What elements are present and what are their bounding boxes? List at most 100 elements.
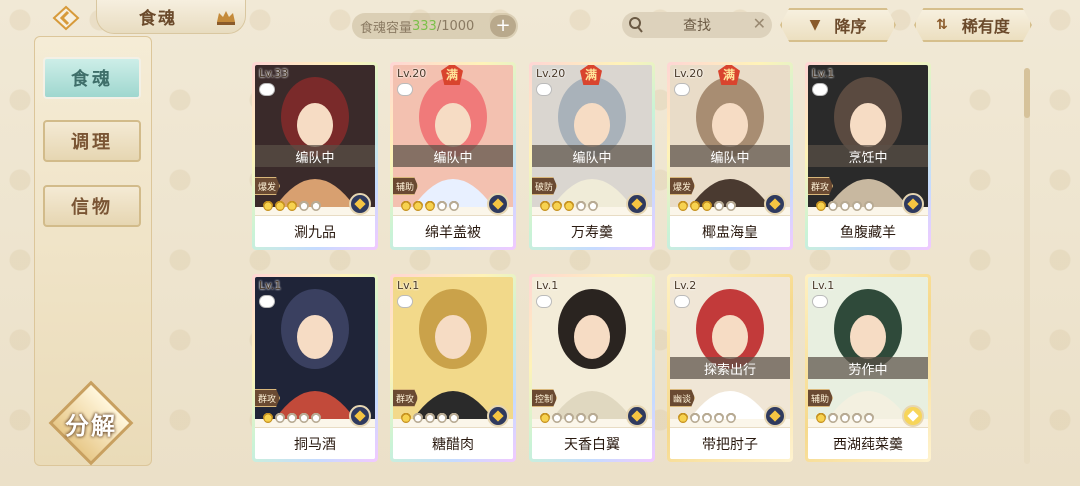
card-status: 编队中 (255, 145, 375, 167)
card-level: Lv.33 (259, 67, 289, 80)
star-icon (690, 199, 700, 211)
card-level: Lv.20 (397, 67, 427, 80)
card-status: 劳作中 (808, 357, 928, 379)
role-badge: 爆发 (255, 177, 280, 195)
foodsoul-card[interactable]: Lv.1 劳作中 辅助 西湖莼菜羹 (805, 274, 931, 462)
search-icon (629, 17, 643, 33)
sidebar: 食魂 调理 信物 分解 (34, 36, 152, 466)
star-icon (552, 199, 562, 211)
back-arrow-icon (52, 5, 80, 31)
star-icon (564, 199, 574, 211)
search-input[interactable]: 查找 ✕ (622, 12, 772, 38)
star-icon (714, 199, 724, 211)
role-badge: 辅助 (808, 389, 833, 407)
star-icon (588, 411, 598, 423)
star-icon (828, 411, 838, 423)
capacity-current: 333 (412, 18, 437, 34)
card-inner: Lv.20 满编队中 爆发 椰盅海皇 (670, 65, 790, 247)
chat-bubble-icon (397, 83, 413, 96)
role-badge: 群攻 (808, 177, 833, 195)
star-icon (413, 411, 423, 423)
star-rating (678, 199, 736, 213)
star-icon (702, 411, 712, 423)
add-capacity-button[interactable]: + (490, 15, 516, 37)
star-icon (299, 411, 309, 423)
star-icon (275, 199, 285, 211)
star-icon (816, 199, 826, 211)
star-icon (401, 199, 411, 211)
star-rating (263, 411, 321, 425)
element-icon (764, 405, 786, 427)
card-level: Lv.1 (397, 279, 420, 292)
star-icon (678, 199, 688, 211)
sidebar-item-foodsoul[interactable]: 食魂 (43, 57, 141, 99)
foodsoul-card[interactable]: Lv.20 满编队中 爆发 椰盅海皇 (667, 62, 793, 250)
star-rating (401, 199, 459, 213)
role-badge: 控制 (532, 389, 557, 407)
foodsoul-card[interactable]: Lv.1 烹饪中 群攻 鱼腹藏羊 (805, 62, 931, 250)
star-rating (816, 199, 874, 213)
page-title-tab: 食魂 (96, 0, 246, 34)
foodsoul-card[interactable]: Lv.1 群攻 糖醋肉 (390, 274, 516, 462)
star-icon (413, 199, 423, 211)
star-rating (678, 411, 736, 425)
star-icon (726, 411, 736, 423)
star-icon (588, 199, 598, 211)
card-status: 编队中 (393, 145, 513, 167)
sort-by-label: 稀有度 (961, 17, 1010, 36)
scrollbar[interactable] (1024, 68, 1030, 464)
element-icon (349, 193, 371, 215)
star-icon (540, 411, 550, 423)
star-icon (540, 199, 550, 211)
role-badge: 辅助 (393, 177, 418, 195)
star-icon (852, 199, 862, 211)
scrollbar-thumb[interactable] (1024, 68, 1030, 118)
capacity-max: /1000 (436, 18, 475, 34)
card-inner: Lv.1 控制 天香白翼 (532, 277, 652, 459)
star-icon (840, 411, 850, 423)
star-rating (263, 199, 321, 213)
crown-icon (217, 11, 235, 25)
chat-bubble-icon (259, 295, 275, 308)
chat-bubble-icon (812, 83, 828, 96)
card-name: 涮九品 (255, 215, 375, 247)
card-inner: Lv.33 编队中爆发涮九品 (255, 65, 375, 247)
card-level: Lv.1 (259, 279, 282, 292)
card-name: 糖醋肉 (393, 427, 513, 459)
foodsoul-card[interactable]: Lv.20 满编队中 破防 万寿羹 (529, 62, 655, 250)
element-icon (349, 405, 371, 427)
back-button[interactable] (46, 4, 86, 32)
star-icon (576, 411, 586, 423)
role-badge: 破防 (532, 177, 557, 195)
star-icon (852, 411, 862, 423)
card-level: Lv.2 (674, 279, 697, 292)
card-name: 天香白翼 (532, 427, 652, 459)
star-icon (287, 411, 297, 423)
card-level: Lv.20 (536, 67, 566, 80)
foodsoul-card[interactable]: Lv.1 控制 天香白翼 (529, 274, 655, 462)
star-icon (425, 411, 435, 423)
star-icon (678, 411, 688, 423)
star-icon (311, 411, 321, 423)
role-badge: 爆发 (670, 177, 695, 195)
card-name: 鱼腹藏羊 (808, 215, 928, 247)
sort-by-button[interactable]: ⇅ 稀有度 (914, 8, 1032, 42)
foodsoul-card[interactable]: Lv.20 满编队中 辅助 绵羊盖被 (390, 62, 516, 250)
sidebar-item-cooking[interactable]: 调理 (43, 120, 141, 162)
foodsoul-card[interactable]: Lv.1 群攻 挏马酒 (252, 274, 378, 462)
clear-icon[interactable]: ✕ (753, 14, 766, 33)
card-level: Lv.1 (812, 67, 835, 80)
card-name: 挏马酒 (255, 427, 375, 459)
capacity-display: 食魂容量 333 /1000 + (352, 13, 518, 39)
star-icon (726, 199, 736, 211)
foodsoul-card[interactable]: Lv.33 编队中爆发涮九品 (252, 62, 378, 250)
foodsoul-card[interactable]: Lv.2 探索出行 幽谈 带把肘子 (667, 274, 793, 462)
star-icon (263, 199, 273, 211)
decompose-button[interactable]: 分解 (48, 380, 134, 466)
card-level: Lv.20 (674, 67, 704, 80)
star-icon (864, 199, 874, 211)
sort-order-button[interactable]: ▼ 降序 (780, 8, 896, 42)
sidebar-item-token[interactable]: 信物 (43, 185, 141, 227)
page-title: 食魂 (139, 9, 177, 29)
card-status: 编队中 (670, 145, 790, 167)
